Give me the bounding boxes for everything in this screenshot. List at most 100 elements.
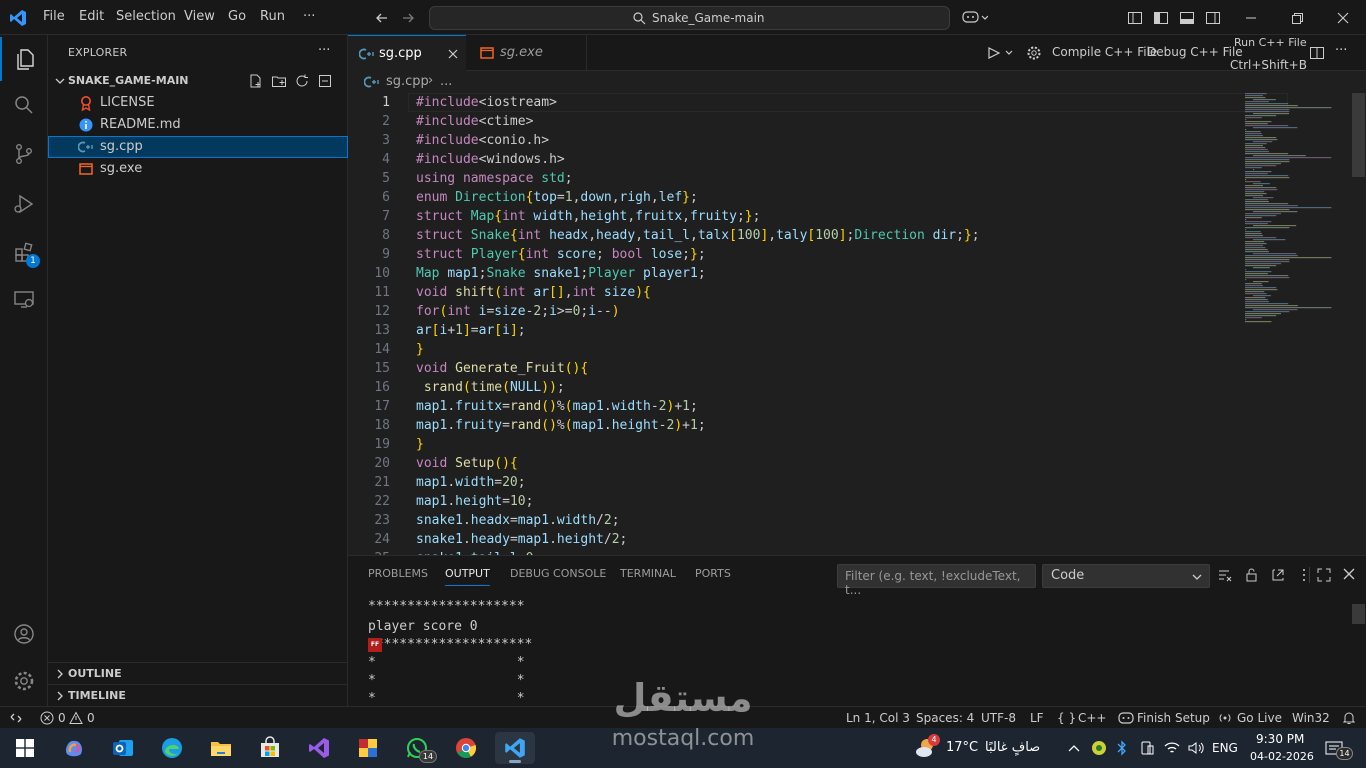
taskbar-app-gallery[interactable] (348, 732, 388, 764)
code-line[interactable]: map1.width=20; (416, 473, 526, 492)
language-mode[interactable]: C++ (1078, 711, 1107, 725)
remote-explorer-activity[interactable] (0, 277, 48, 321)
outline-section[interactable]: OUTLINE (48, 662, 348, 684)
taskbar-file-explorer[interactable] (201, 732, 241, 764)
close-window-icon[interactable] (1335, 10, 1351, 26)
taskbar-edge[interactable] (152, 732, 192, 764)
wifi-icon[interactable] (1163, 740, 1181, 756)
code-line[interactable]: snake1.headx=map1.width/2; (416, 511, 620, 530)
customize-layout-icon[interactable] (1127, 10, 1143, 26)
output-channel-select[interactable]: Code (1042, 564, 1210, 588)
tray-app-icon[interactable] (1091, 740, 1107, 756)
phone-link-icon[interactable] (1139, 740, 1155, 756)
run-debug-activity[interactable] (0, 182, 48, 226)
back-arrow-icon[interactable] (374, 10, 390, 26)
accounts-activity[interactable] (0, 612, 48, 656)
platform-indicator[interactable]: Win32 (1292, 711, 1330, 725)
code-line[interactable]: Map map1;Snake snake1;Player player1; (416, 264, 706, 283)
forward-arrow-icon[interactable] (400, 10, 416, 26)
clock-date[interactable]: 04-02-2026 (1250, 750, 1314, 763)
start-button[interactable] (5, 732, 45, 764)
error-count[interactable]: 0 (58, 711, 66, 725)
tab-debug-console[interactable]: DEBUG CONSOLE (510, 567, 606, 580)
tab-terminal[interactable]: TERMINAL (620, 567, 676, 580)
chevron-up-icon[interactable] (1067, 741, 1081, 755)
code-editor[interactable]: 1 #include<iostream> 2 #include<ctime> 3 #inc… (348, 93, 1351, 555)
go-live-button[interactable]: Go Live (1237, 711, 1282, 725)
taskbar-chrome[interactable] (446, 732, 486, 764)
toggle-panel-icon[interactable] (1179, 10, 1195, 26)
code-line[interactable]: #include<ctime> (416, 112, 533, 131)
code-line[interactable]: ar[i+1]=ar[i]; (416, 321, 526, 340)
gear-icon[interactable] (1026, 45, 1042, 61)
explorer-activity[interactable] (0, 37, 48, 81)
tab-sg-cpp[interactable]: sg.cpp (348, 35, 466, 71)
search-activity[interactable] (0, 83, 48, 127)
notification-center-icon[interactable]: 14 (1325, 740, 1353, 760)
debug-cpp-button[interactable]: Debug C++ File (1147, 45, 1243, 59)
output-filter-input[interactable]: Filter (e.g. text, !excludeText, t... (837, 564, 1036, 597)
code-line[interactable]: } (416, 340, 424, 359)
breadcrumb-more[interactable]: ... (440, 74, 452, 89)
manage-activity[interactable] (0, 659, 48, 703)
refresh-icon[interactable] (294, 73, 310, 89)
code-line[interactable]: snake1.heady=map1.height/2; (416, 530, 627, 549)
scrollbar-thumb[interactable] (1352, 93, 1365, 177)
code-line[interactable]: void shift(int ar[],int size){ (416, 283, 651, 302)
menu-run[interactable]: Run (260, 9, 285, 24)
taskbar-outlook[interactable] (103, 732, 143, 764)
tab-output[interactable]: OUTPUT (445, 567, 490, 586)
code-line[interactable]: map1.fruitx=rand()%(map1.width-2)+1; (416, 397, 698, 416)
menu-edit[interactable]: Edit (79, 9, 104, 24)
taskbar-copilot[interactable] (54, 732, 94, 764)
tab-ports[interactable]: PORTS (695, 567, 731, 580)
maximize-panel-icon[interactable] (1316, 567, 1332, 583)
file-item-sg-cpp[interactable]: sg.cpp (48, 136, 348, 158)
code-line[interactable]: map1.height=10; (416, 492, 533, 511)
folder-header[interactable]: SNAKE_GAME-MAIN (48, 70, 348, 92)
code-line[interactable]: struct Player{int score; bool lose;}; (416, 245, 706, 264)
new-folder-icon[interactable] (271, 73, 287, 89)
weather-condition[interactable]: صافٍ غالبًا (985, 740, 1040, 755)
extensions-activity[interactable]: 1 (0, 230, 48, 274)
code-line[interactable]: map1.fruity=rand()%(map1.height-2)+1; (416, 416, 706, 435)
encoding[interactable]: UTF-8 (981, 711, 1016, 725)
open-in-editor-icon[interactable] (1270, 567, 1286, 583)
file-item-sg-exe[interactable]: sg.exe (48, 158, 348, 180)
taskbar-visual-studio[interactable] (299, 732, 339, 764)
minimap[interactable] (1242, 93, 1347, 555)
code-line[interactable]: using namespace std; (416, 169, 573, 188)
editor-more-button[interactable]: ··· (1335, 43, 1347, 58)
close-icon[interactable] (446, 47, 460, 61)
menu-more[interactable]: ··· (303, 9, 315, 24)
end-of-line[interactable]: LF (1030, 711, 1044, 725)
code-line[interactable]: enum Direction{top=1,down,righ,lef}; (416, 188, 698, 207)
menu-file[interactable]: File (43, 9, 65, 24)
taskbar-whatsapp[interactable]: 14 (397, 732, 437, 764)
code-line[interactable]: } (416, 435, 424, 454)
weather-temp[interactable]: 17°C (946, 740, 978, 755)
weather-icon[interactable]: 4 (914, 734, 940, 760)
output-scrollbar[interactable] (1352, 602, 1366, 707)
notifications-icon[interactable] (1342, 711, 1356, 725)
volume-icon[interactable] (1187, 740, 1205, 756)
code-line[interactable]: for(int i=size-2;i>=0;i--) (416, 302, 620, 321)
code-line[interactable]: void Generate_Fruit(){ (416, 359, 588, 378)
menu-selection[interactable]: Selection (116, 9, 176, 24)
collapse-all-icon[interactable] (317, 73, 333, 89)
toggle-secondary-sidebar-icon[interactable] (1205, 10, 1221, 26)
code-line[interactable]: #include<iostream> (416, 93, 557, 112)
cursor-position[interactable]: Ln 1, Col 3 (846, 711, 910, 725)
file-item-license[interactable]: LICENSE (48, 92, 348, 114)
restore-icon[interactable] (1289, 10, 1305, 26)
command-center-search[interactable]: Snake_Game-main (429, 6, 950, 30)
explorer-more-button[interactable]: ··· (318, 43, 330, 58)
taskbar-vscode[interactable] (495, 732, 535, 764)
scrollbar-thumb[interactable] (1352, 604, 1365, 624)
indentation[interactable]: Spaces: 4 (916, 711, 974, 725)
run-debug-dropdown-icon[interactable] (986, 45, 1014, 61)
taskbar-store[interactable] (250, 732, 290, 764)
tab-problems[interactable]: PROBLEMS (368, 567, 428, 580)
menu-view[interactable]: View (184, 9, 215, 24)
menu-go[interactable]: Go (228, 9, 246, 24)
